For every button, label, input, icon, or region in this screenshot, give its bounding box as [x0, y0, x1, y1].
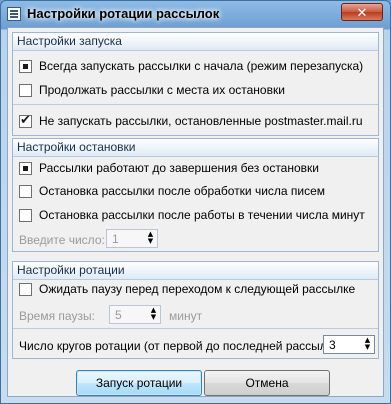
spin-down-icon[interactable]: ▼: [363, 344, 372, 351]
wait-pause-option[interactable]: Ожидать паузу перед переходом к следующе…: [19, 282, 355, 296]
launch-divider: [13, 104, 378, 105]
continue-checkbox[interactable]: [19, 83, 32, 97]
continue-label: Продолжать рассылки с места их остановки: [39, 83, 285, 97]
stop-after-minutes-option[interactable]: Остановка рассылки после работы в течени…: [19, 208, 365, 222]
close-button[interactable]: ✕: [341, 3, 383, 21]
spin-down-icon[interactable]: ▼: [149, 314, 158, 321]
skip-postmaster-label: Не запускать рассылки, остановленные pos…: [39, 114, 363, 128]
rounds-spin-arrows[interactable]: ▲ ▼: [363, 337, 372, 352]
launch-settings-group: Настройки запуска Всегда запускать рассы…: [12, 32, 379, 136]
pause-time-label: Время паузы:: [19, 309, 95, 323]
stop-settings-group: Настройки остановки Рассылки работают до…: [12, 138, 379, 252]
rounds-label: Число кругов ротации (от первой до после…: [19, 339, 347, 353]
wait-pause-checkbox[interactable]: [19, 282, 32, 296]
rounds-spinbox[interactable]: 3 ▲ ▼: [323, 335, 375, 354]
enter-number-spin-arrows[interactable]: ▲ ▼: [146, 231, 155, 246]
enter-number-spinbox[interactable]: 1 ▲ ▼: [106, 229, 158, 248]
skip-postmaster-checkbox[interactable]: [19, 113, 32, 128]
rotation-settings-group: Настройки ротации Ожидать паузу перед пе…: [12, 261, 379, 359]
dialog-window: Настройки ротации рассылок ✕ Настройки з…: [0, 0, 391, 404]
pause-time-value: 5: [115, 308, 122, 322]
stop-after-minutes-label: Остановка рассылки после работы в течени…: [39, 208, 365, 222]
pause-unit-label: минут: [169, 309, 203, 323]
always-restart-checkbox[interactable]: [19, 59, 32, 73]
rotation-divider: [13, 328, 378, 329]
stop-after-letters-label: Остановка рассылки после обработки числа…: [39, 184, 326, 198]
pause-time-spin-arrows[interactable]: ▲ ▼: [149, 307, 158, 322]
dialog-body: Настройки запуска Всегда запускать рассы…: [7, 27, 384, 397]
start-rotation-button[interactable]: Запуск ротации: [76, 370, 202, 396]
enter-number-value: 1: [112, 232, 119, 246]
always-restart-option[interactable]: Всегда запускать рассылки с начала (режи…: [19, 59, 363, 73]
launch-settings-header: Настройки запуска: [13, 33, 378, 51]
stop-after-letters-checkbox[interactable]: [19, 184, 32, 198]
rotation-settings-header: Настройки ротации: [13, 262, 378, 280]
run-until-done-option[interactable]: Рассылки работают до завершения без оста…: [19, 161, 319, 175]
continue-option[interactable]: Продолжать рассылки с места их остановки: [19, 83, 285, 97]
title-bar[interactable]: Настройки ротации рассылок ✕: [1, 1, 390, 27]
always-restart-label: Всегда запускать рассылки с начала (режи…: [39, 59, 364, 73]
pause-time-spinbox[interactable]: 5 ▲ ▼: [109, 305, 161, 324]
skip-postmaster-option[interactable]: Не запускать рассылки, остановленные pos…: [19, 113, 363, 128]
run-until-done-label: Рассылки работают до завершения без оста…: [39, 161, 319, 175]
run-until-done-checkbox[interactable]: [19, 161, 32, 175]
cancel-button[interactable]: Отмена: [204, 370, 330, 396]
stop-after-letters-option[interactable]: Остановка рассылки после обработки числа…: [19, 184, 325, 198]
stop-settings-header: Настройки остановки: [13, 139, 378, 157]
stop-after-minutes-checkbox[interactable]: [19, 208, 32, 222]
rounds-value: 3: [329, 338, 336, 352]
app-icon: [7, 7, 21, 21]
wait-pause-label: Ожидать паузу перед переходом к следующе…: [39, 282, 356, 296]
enter-number-label: Введите число:: [19, 233, 105, 247]
spin-down-icon[interactable]: ▼: [146, 238, 155, 245]
window-title: Настройки ротации рассылок: [27, 6, 220, 21]
